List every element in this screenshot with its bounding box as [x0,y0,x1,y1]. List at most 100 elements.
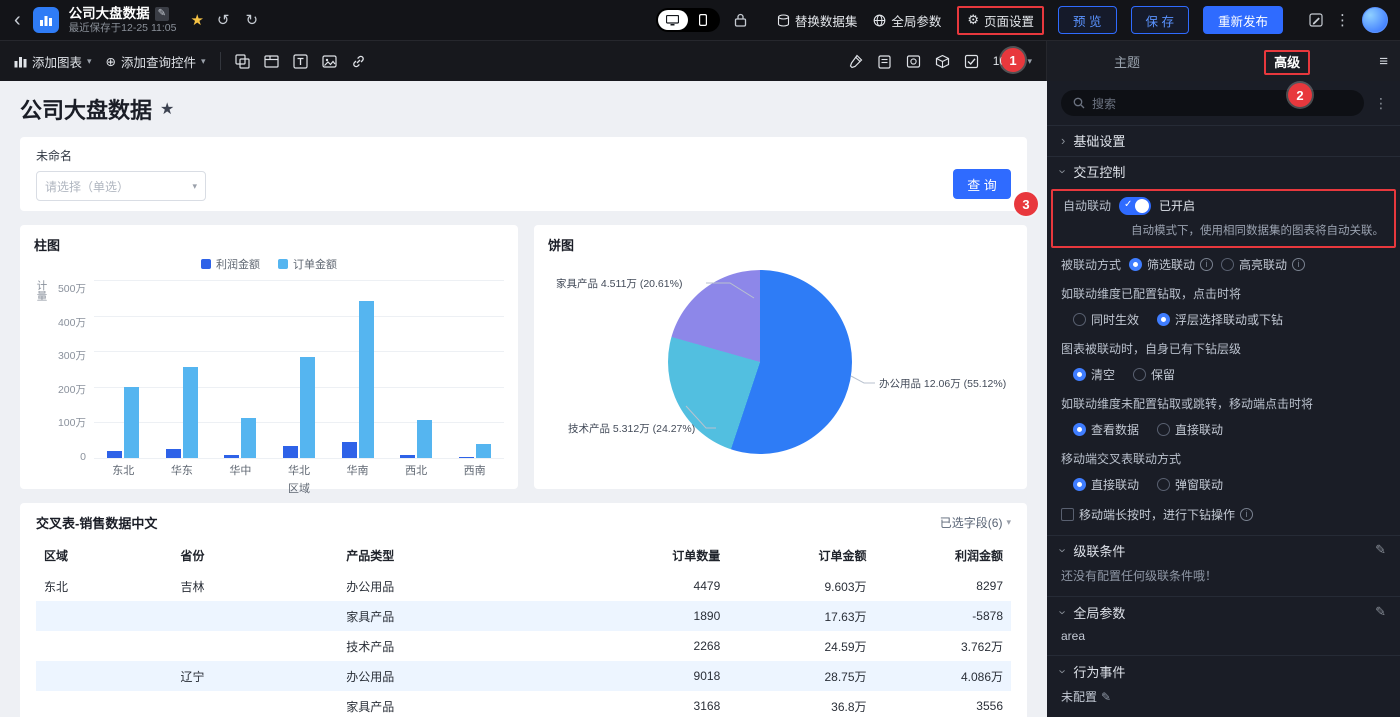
bar-chart-card[interactable]: 柱图 利润金额 订单金额 计量 500万 400万 300万 200万 100万 0 东北华… [20,225,518,495]
bar[interactable] [182,367,198,458]
table-row[interactable]: 东北 吉林 办公用品 4479 9.603万 8297 [36,571,1011,601]
legend-item[interactable]: 订单金额 [278,256,337,272]
section-basic-settings[interactable]: › 基础设置 [1047,125,1400,156]
bar-group[interactable] [224,280,257,458]
panel-more-icon[interactable]: ⋮ [1370,95,1392,112]
table-row[interactable]: 技术产品 2268 24.59万 3.762万 [36,631,1011,661]
check-square-icon[interactable] [964,54,979,69]
republish-button[interactable]: 重新发布 [1202,6,1283,34]
bar-group[interactable] [165,280,198,458]
legend-item[interactable]: 利润金额 [201,256,260,272]
add-chart-button[interactable]: 添加图表 ▾ [14,52,92,71]
radio-simultaneous[interactable]: 同时生效 [1073,311,1139,328]
radio-direct-link[interactable]: 直接联动 [1157,421,1223,438]
edit-behavior-icon[interactable]: ✎ [1101,690,1111,704]
add-query-widget-button[interactable]: ⊕ 添加查询控件 ▾ [106,52,206,71]
back-icon[interactable]: ‹ [12,10,23,30]
bar[interactable] [282,445,298,458]
watermark-icon[interactable] [906,54,921,69]
radio-mobile-popup[interactable]: 弹窗联动 [1157,476,1223,493]
device-toggle[interactable] [655,8,720,32]
undo-icon[interactable]: ↺ [214,11,233,29]
note-board-icon[interactable] [877,54,892,69]
replace-dataset-button[interactable]: 替换数据集 [777,11,857,30]
search-input[interactable]: 搜索 [1061,90,1364,116]
component-box-icon[interactable] [935,54,950,69]
table-row[interactable]: 家具产品 3168 36.8万 3556 [36,691,1011,717]
bar-group[interactable] [341,280,374,458]
container-icon[interactable] [234,53,250,69]
bar[interactable] [458,456,474,458]
bar[interactable] [299,356,315,458]
bar[interactable] [417,420,433,458]
image-icon[interactable] [321,54,337,69]
panel-menu-icon[interactable]: ≡ [1367,53,1400,70]
preview-button[interactable]: 预 览 [1058,6,1117,34]
query-button[interactable]: 查 询 [953,169,1011,199]
bar-group[interactable] [458,280,491,458]
info-icon[interactable]: i [1200,257,1214,271]
radio-keep[interactable]: 保留 [1133,366,1175,383]
tab-advanced[interactable]: 高级 [1207,49,1367,75]
bar-group[interactable] [107,280,140,458]
col-profit-amount: 利润金额 [954,549,1003,563]
lock-icon[interactable] [734,13,747,27]
section-behavior-events[interactable]: › 行为事件 [1047,655,1400,686]
info-icon[interactable]: i [1292,257,1306,271]
radio-mobile-direct[interactable]: 直接联动 [1073,476,1139,493]
bar[interactable] [165,448,181,458]
global-params-button[interactable]: 全局参数 [873,11,941,30]
bar-group[interactable] [282,280,315,458]
bar-chart-icon [14,56,27,67]
pie-circle[interactable] [668,270,852,454]
radio-popup-select[interactable]: 浮层选择联动或下钻 [1157,311,1283,328]
table-row[interactable]: 家具产品 1890 17.63万 -5878 [36,601,1011,631]
tab-theme[interactable]: 主题 [1047,52,1207,71]
query-select[interactable]: 请选择（单选） ▾ [36,171,206,201]
chevron-down-icon: ▾ [201,55,206,66]
bar-y-title: 计量 [35,280,48,301]
edit-title-icon[interactable]: ✎ [154,6,170,21]
edit-cascade-icon[interactable]: ✎ [1375,542,1386,558]
section-global-params[interactable]: › 全局参数 ✎ [1047,596,1400,627]
redo-icon[interactable]: ↻ [242,11,261,29]
table-row[interactable]: 辽宁 办公用品 9018 28.75万 4.086万 [36,661,1011,691]
bar[interactable] [107,450,123,458]
bar[interactable] [224,454,240,458]
bar[interactable] [475,444,491,458]
share-edit-icon[interactable] [1309,13,1323,27]
format-brush-icon[interactable] [848,54,863,69]
bar[interactable] [124,386,140,458]
radio-clear[interactable]: 清空 [1073,366,1115,383]
section-cascade-conditions[interactable]: › 级联条件 ✎ [1047,534,1400,566]
page-settings-button[interactable]: ⚙ 页面设置 [957,5,1045,35]
hyperlink-icon[interactable] [351,54,366,69]
edit-global-params-icon[interactable]: ✎ [1375,604,1386,620]
bar[interactable] [358,301,374,458]
more-menu-icon[interactable]: ⋮ [1335,11,1350,29]
pie-chart-card[interactable]: 饼图 家具产品 4.511万 (20.61%) 办公用品 12.06万 (55.… [534,225,1027,489]
desktop-view-icon[interactable] [657,10,688,30]
save-button[interactable]: 保 存 [1130,6,1189,34]
radio-highlight-link[interactable]: 高亮联动 i [1221,256,1306,273]
info-icon[interactable]: i [1240,507,1254,521]
tab-container-icon[interactable] [263,54,279,69]
avatar[interactable] [1362,7,1388,33]
section-interaction-control[interactable]: › 交互控制 [1047,155,1400,187]
text-icon[interactable] [292,53,308,69]
bar-group[interactable] [400,280,433,458]
auto-link-toggle[interactable]: ✓ [1119,196,1152,215]
cascade-empty-text: 还没有配置任何级联条件哦！ [1061,569,1218,584]
bar[interactable] [241,418,257,458]
col-order-qty: 订单数量 [672,549,721,563]
longpress-checkbox[interactable]: 移动端长按时，进行下钻操作 i [1061,506,1254,523]
radio-view-data[interactable]: 查看数据 [1073,421,1139,438]
bar[interactable] [400,454,416,458]
fields-selected-dropdown[interactable]: 已选字段(6) ▾ [940,514,1011,531]
favorite-star-icon[interactable]: ★ [190,11,203,29]
mobile-view-icon[interactable] [688,10,718,30]
title-star-icon[interactable]: ★ [160,99,174,119]
bar[interactable] [341,441,357,458]
chevron-down-icon: ▾ [1027,55,1032,66]
radio-filter-link[interactable]: 筛选联动 i [1129,256,1214,273]
